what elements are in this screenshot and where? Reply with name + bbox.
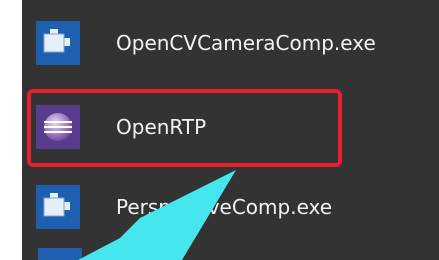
pointer-arrow-icon [78,170,236,260]
